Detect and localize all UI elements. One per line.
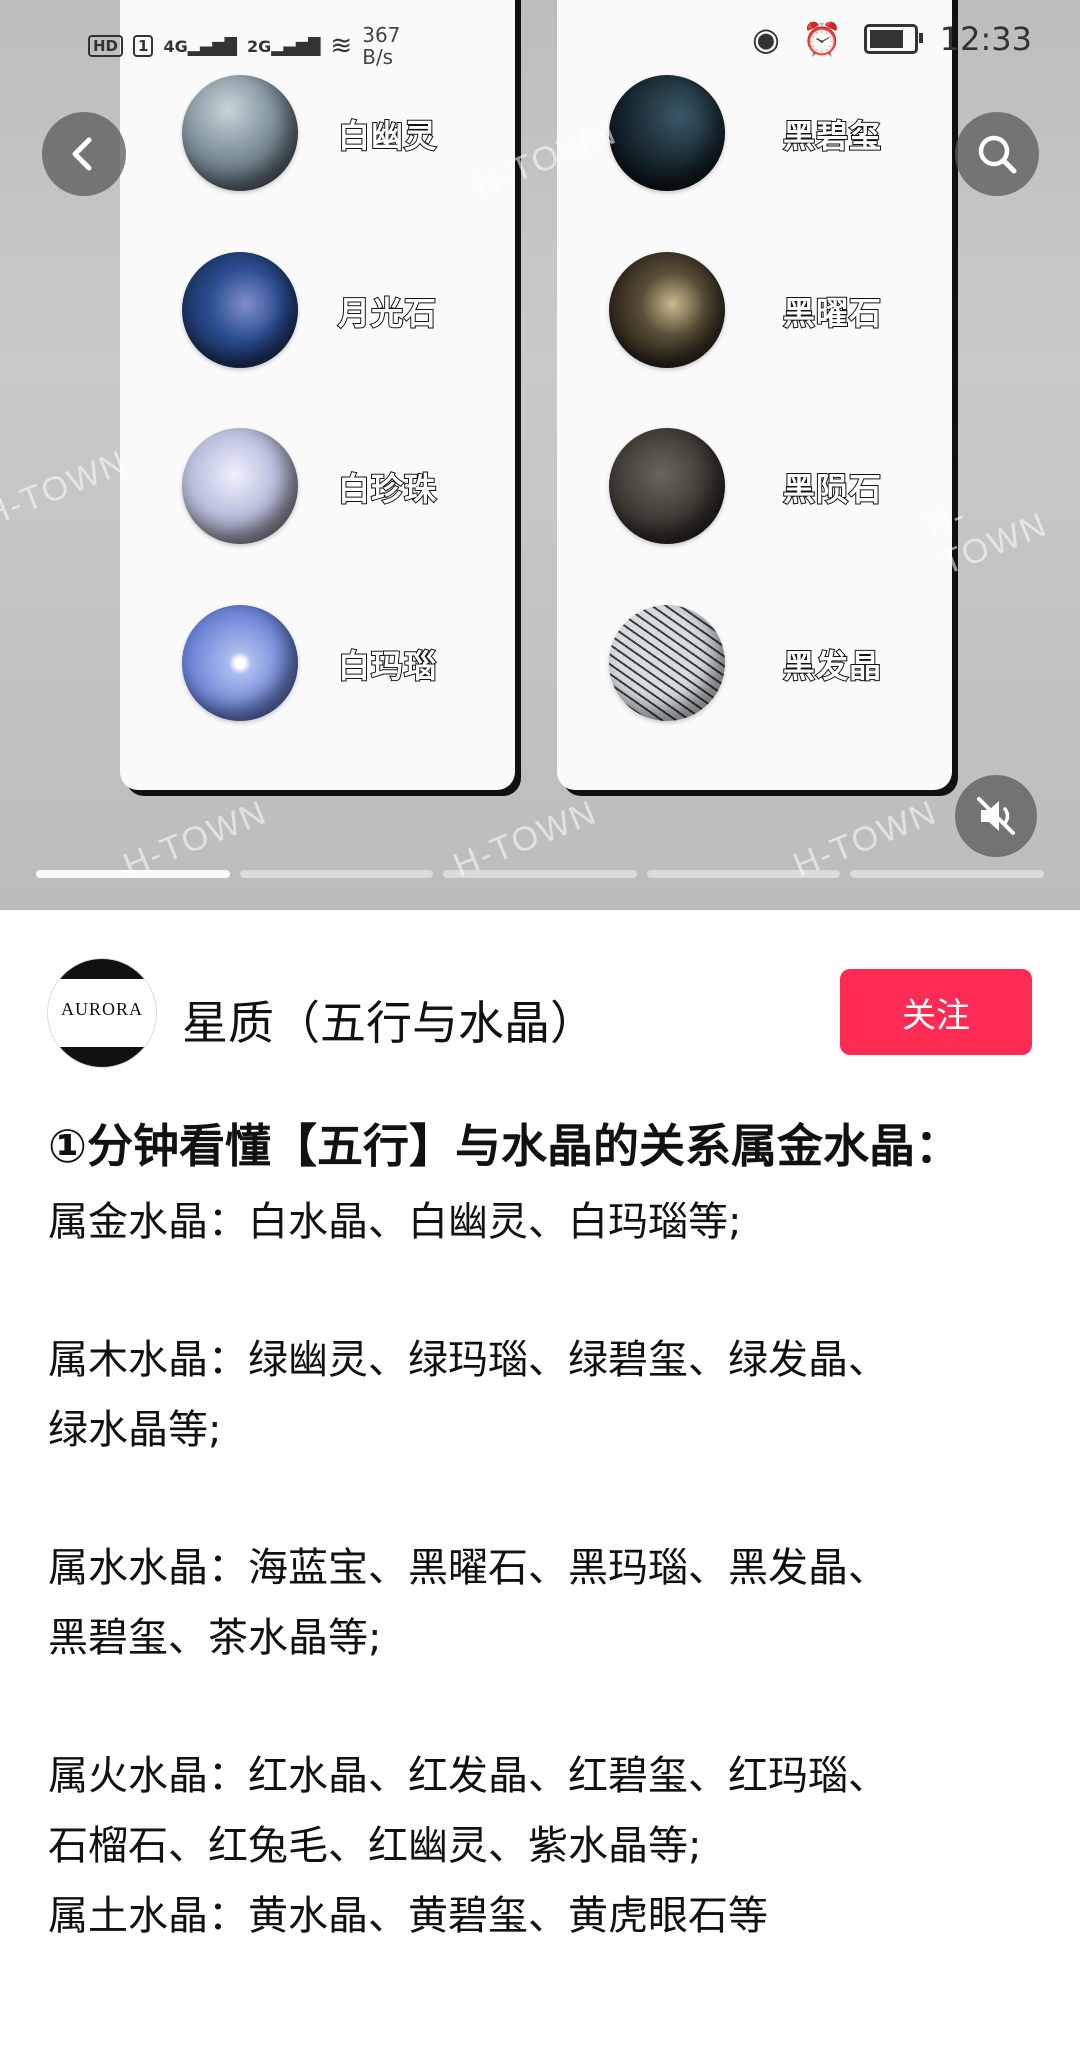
post-line: 属火水晶：红水晶、红发晶、红碧玺、红玛瑙、 [48, 1753, 888, 1799]
post-line: 绿水晶等; [48, 1407, 222, 1453]
mute-button[interactable] [955, 775, 1037, 857]
post-line: 石榴石、红兔毛、红幽灵、紫水晶等; [48, 1823, 702, 1869]
gem-item: 白玛瑙 [120, 605, 515, 725]
signal-icon: 2G▂▄▆█ [246, 36, 321, 56]
post-line: 属木水晶：绿幽灵、绿玛瑙、绿碧玺、绿发晶、 [48, 1337, 888, 1383]
post-title: ①分钟看懂【五行】与水晶的关系属金水晶： [48, 1119, 961, 1173]
chevron-left-icon [72, 137, 92, 171]
post-line: 属土水晶：黄水晶、黄碧玺、黄虎眼石等 [48, 1893, 768, 1939]
gem-item: 白珍珠 [120, 428, 515, 548]
search-icon [978, 135, 1017, 174]
gem-label: 白幽灵 [337, 116, 438, 156]
status-right: ◉ ⏰ 12:33 [752, 20, 1032, 58]
progress-segment [850, 870, 1044, 878]
post-line: 属水水晶：海蓝宝、黑曜石、黑玛瑙、黑发晶、 [48, 1545, 888, 1591]
gem-label: 月光石 [337, 293, 438, 333]
gem-card-left: 白幽灵 月光石 白珍珠 白玛瑙 [120, 0, 515, 790]
gem-image [182, 605, 298, 721]
media-viewer[interactable]: 白幽灵 月光石 白珍珠 白玛瑙 黑碧玺 黑曜石 黑陨石 黑发晶 H-TOWN H… [0, 0, 1080, 910]
signal-icon: 4G▂▄▆█ [163, 36, 237, 56]
gem-item: 月光石 [120, 252, 515, 372]
status-left: HD 1 4G▂▄▆█ 2G▂▄▆█ ≋ 367 B/s [88, 24, 400, 68]
watermark: H-TOWN [0, 443, 133, 535]
post-line: 黑碧玺、茶水晶等; [48, 1615, 382, 1661]
progress-segment [239, 870, 434, 878]
sim-badge: 1 [133, 35, 154, 57]
network-speed: 367 B/s [362, 23, 401, 69]
gem-image [609, 428, 725, 544]
gem-image [609, 252, 725, 368]
hd-badge: HD [88, 35, 124, 57]
gem-label: 黑陨石 [782, 469, 883, 509]
battery-icon [863, 24, 923, 54]
author-name[interactable]: 星质（五行与水晶） [182, 987, 596, 1053]
author-bar: AURORA 星质（五行与水晶） 关注 [0, 955, 1080, 1075]
gem-label: 白玛瑙 [337, 646, 438, 686]
gem-label: 黑发晶 [782, 646, 883, 686]
gem-item: 黑曜石 [557, 252, 952, 372]
gem-image [609, 75, 725, 191]
post-line: 属金水晶：白水晶、白幽灵、白玛瑙等; [48, 1199, 742, 1245]
carousel-progress [36, 870, 1044, 878]
gem-item: 黑陨石 [557, 428, 952, 548]
post-description: ①分钟看懂【五行】与水晶的关系属金水晶： 属金水晶：白水晶、白幽灵、白玛瑙等; … [48, 1105, 1038, 1951]
gem-label: 黑曜石 [782, 293, 883, 333]
status-bar: HD 1 4G▂▄▆█ 2G▂▄▆█ ≋ 367 B/s ◉ ⏰ 12:33 [0, 14, 1080, 70]
eye-icon: ◉ [752, 20, 780, 58]
clock: 12:33 [939, 20, 1032, 58]
gem-card-right: 黑碧玺 黑曜石 黑陨石 黑发晶 [557, 0, 952, 790]
gem-label: 黑碧玺 [782, 116, 883, 156]
gem-item: 黑发晶 [557, 605, 952, 725]
gem-image [609, 605, 725, 721]
gem-item: 白幽灵 [120, 75, 515, 195]
wifi-icon: ≋ [330, 31, 353, 61]
gem-label: 白珍珠 [337, 469, 438, 509]
avatar-logo-text: AURORA [60, 999, 143, 1019]
alarm-icon: ⏰ [801, 20, 842, 58]
gem-image [182, 252, 298, 368]
speaker-muted-icon [977, 797, 1015, 835]
progress-segment [443, 870, 637, 878]
network-type: 4G [163, 36, 188, 56]
network-type: 2G [246, 36, 272, 56]
search-button[interactable] [955, 112, 1039, 196]
back-button[interactable] [42, 112, 126, 196]
progress-segment [646, 870, 841, 878]
progress-segment [36, 870, 230, 878]
follow-button[interactable]: 关注 [840, 969, 1032, 1055]
avatar[interactable]: AURORA [48, 959, 156, 1067]
gem-image [182, 75, 298, 191]
gem-image [182, 428, 298, 544]
